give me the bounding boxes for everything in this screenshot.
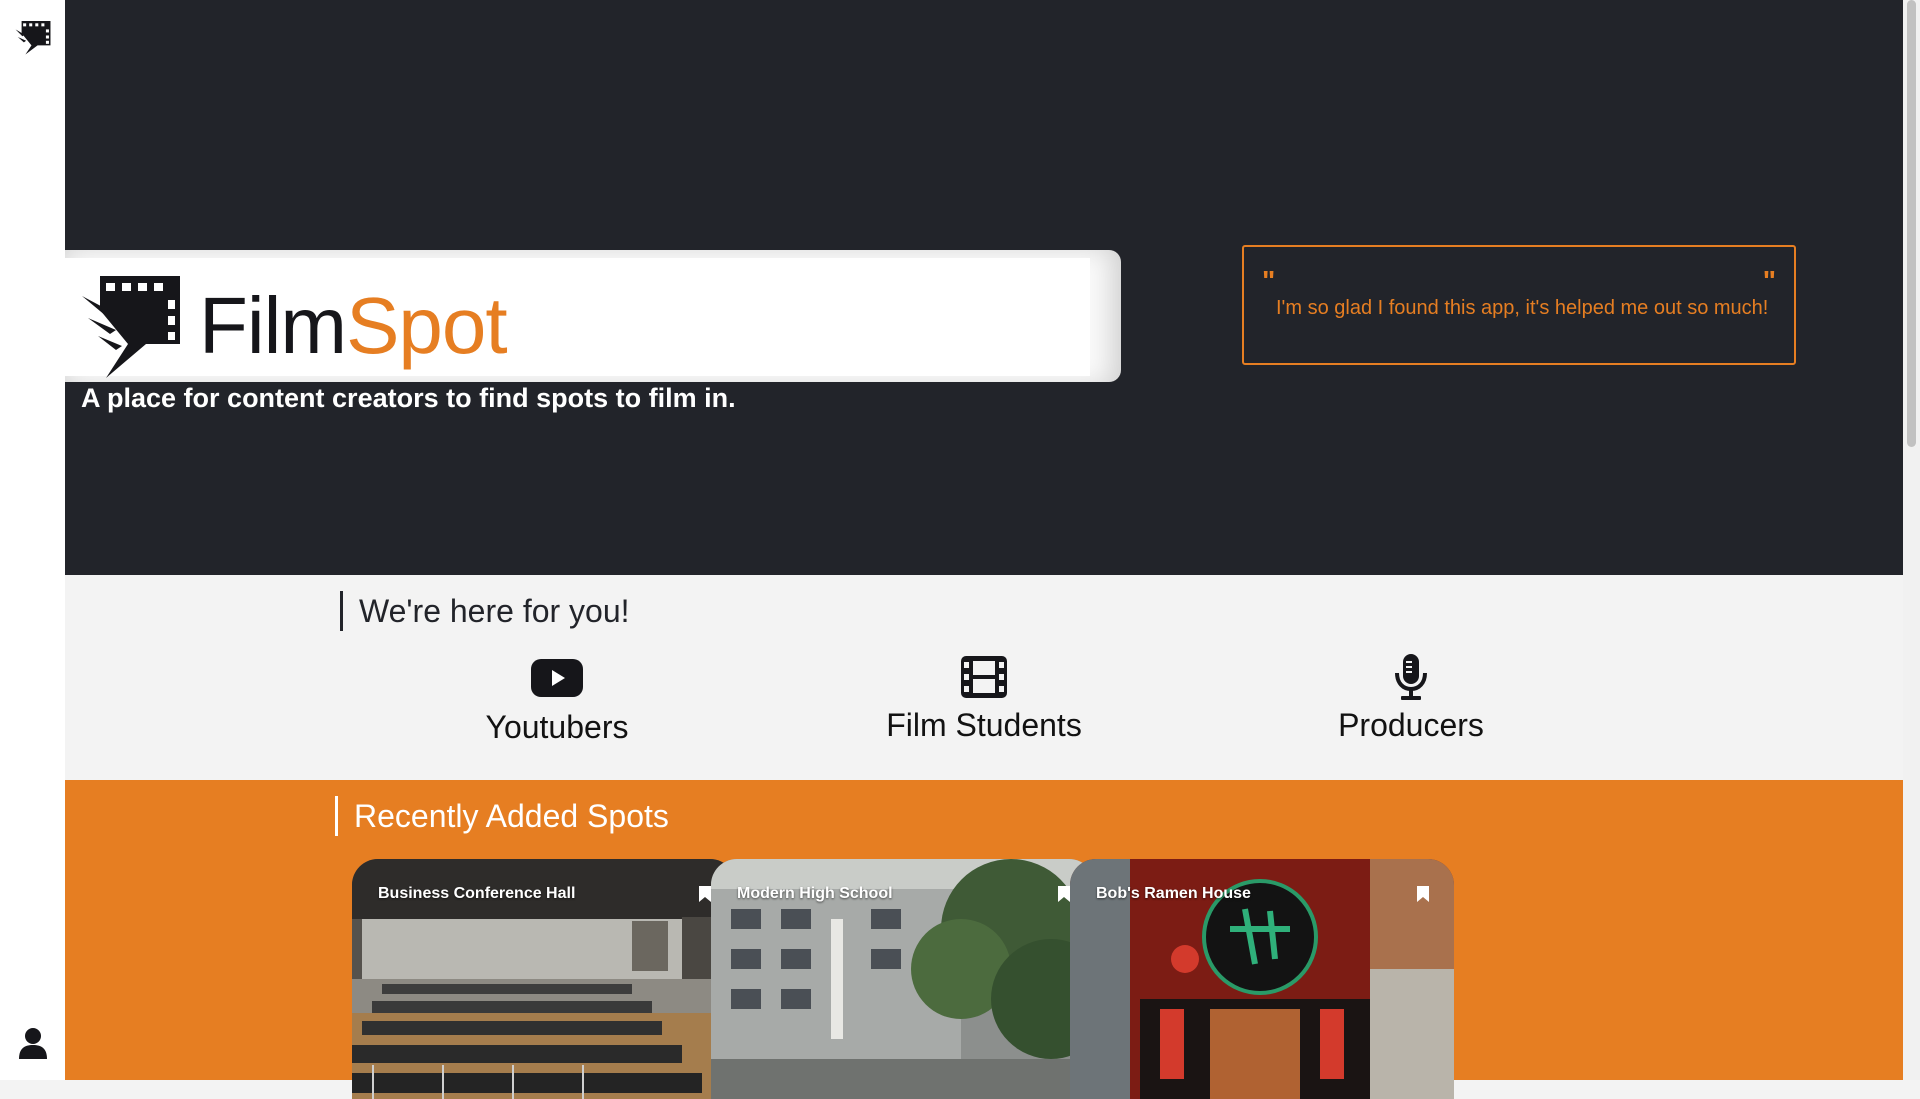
- audience-label: Film Students: [886, 707, 1082, 743]
- audience-item-producers: Producers: [1261, 653, 1561, 745]
- spot-card[interactable]: Modern High School: [711, 859, 1095, 1099]
- audience-label: Youtubers: [485, 709, 629, 745]
- hero-section: FilmSpot A place for content creators to…: [65, 0, 1903, 575]
- user-icon[interactable]: [19, 1027, 47, 1059]
- microphone-icon: [1395, 654, 1427, 700]
- filmspot-logo-icon: [82, 276, 180, 378]
- audience-title: We're here for you!: [340, 591, 630, 631]
- audience-section: We're here for you! Youtubers Film Stude…: [65, 575, 1903, 780]
- audience-item-youtubers: Youtubers: [407, 653, 707, 747]
- brand-wordmark: FilmSpot: [199, 286, 508, 366]
- recent-spots-title: Recently Added Spots: [335, 796, 669, 836]
- side-rail: [0, 0, 65, 1080]
- spot-card-title: Business Conference Hall: [378, 885, 576, 902]
- bookmark-icon[interactable]: [698, 885, 712, 903]
- tagline-emphasis: content creators: [227, 383, 439, 413]
- recent-spots-section: Recently Added Spots Business Conference…: [65, 780, 1903, 1099]
- audience-item-film-students: Film Students: [834, 653, 1134, 745]
- bookmark-icon[interactable]: [1057, 885, 1071, 903]
- audience-label: Producers: [1338, 707, 1484, 743]
- film-icon: [961, 656, 1007, 698]
- page-scrollbar[interactable]: [1903, 0, 1920, 1080]
- bookmark-icon[interactable]: [1416, 885, 1430, 903]
- tagline-part2: to find spots to film in.: [438, 383, 736, 413]
- brand-word-film: Film: [199, 281, 347, 370]
- spot-card-title: Modern High School: [737, 885, 893, 902]
- spot-card[interactable]: Bob's Ramen House: [1070, 859, 1454, 1099]
- scrollbar-thumb[interactable]: [1907, 0, 1916, 447]
- tagline-part1: A place for: [81, 383, 228, 413]
- quote-open-mark: ": [1262, 265, 1276, 296]
- testimonial-text: I'm so glad I found this app, it's helpe…: [1276, 297, 1769, 319]
- testimonial-box: " I'm so glad I found this app, it's hel…: [1242, 245, 1796, 365]
- filmspot-logo-icon[interactable]: [14, 18, 52, 56]
- quote-close-mark: ": [1762, 265, 1776, 296]
- youtube-icon: [531, 659, 583, 697]
- spot-card[interactable]: Business Conference Hall: [352, 859, 736, 1099]
- tagline: A place for content creators to find spo…: [81, 383, 736, 414]
- brand-card: FilmSpot: [65, 250, 1121, 382]
- spot-card-title: Bob's Ramen House: [1096, 885, 1251, 902]
- brand-word-spot: Spot: [346, 281, 508, 370]
